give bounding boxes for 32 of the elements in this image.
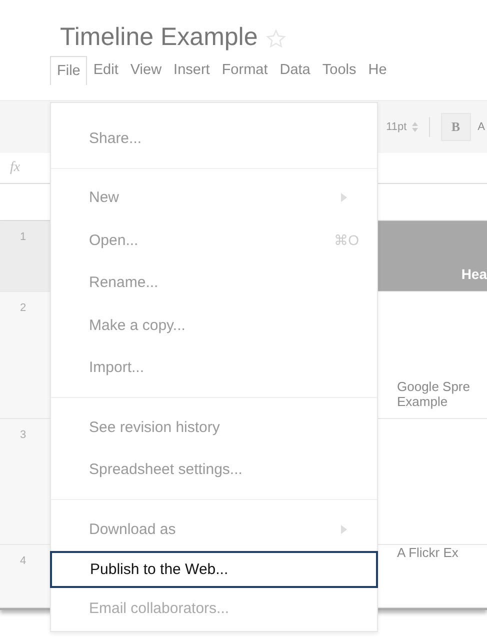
document-title: Timeline Example: [60, 22, 258, 52]
row-number[interactable]: 1: [0, 221, 50, 291]
toolbar-button[interactable]: A: [476, 121, 487, 133]
menu-item[interactable]: Publish to the Web...: [50, 550, 378, 588]
up-down-arrows-icon: [412, 122, 418, 132]
menu-bar-item[interactable]: Edit: [87, 56, 124, 84]
font-size-dropdown[interactable]: 11pt: [386, 121, 407, 133]
table-cell: A Flickr Ex: [397, 545, 458, 561]
menu-item[interactable]: Make a copy...: [51, 304, 377, 346]
table-cell: Hea: [461, 266, 487, 283]
menu-item[interactable]: New: [51, 176, 377, 219]
menu-item[interactable]: Rename...: [51, 262, 377, 304]
menu-item[interactable]: Email collaborators...: [51, 588, 377, 630]
menu-item[interactable]: Download as: [51, 508, 377, 550]
row-number[interactable]: 3: [0, 419, 50, 544]
menu-item[interactable]: See revision history: [51, 406, 377, 448]
menu-item[interactable]: Spreadsheet settings...: [51, 448, 377, 491]
menu-bar-item[interactable]: He: [362, 56, 393, 84]
formula-label: fx: [10, 160, 20, 176]
star-icon[interactable]: [266, 29, 286, 49]
row-number[interactable]: 2: [0, 292, 50, 418]
menu-item[interactable]: Import...: [51, 346, 377, 389]
bold-button[interactable]: B: [440, 113, 471, 141]
menu-bar-item[interactable]: Tools: [316, 56, 362, 84]
menu-bar-item[interactable]: File: [50, 56, 88, 84]
menu-bar-item[interactable]: Format: [216, 56, 274, 84]
menu-bar-item[interactable]: View: [124, 56, 168, 84]
row-number[interactable]: 4: [0, 545, 50, 607]
menu-item[interactable]: Share...: [51, 117, 377, 160]
menu-bar-item[interactable]: Data: [274, 56, 316, 84]
table-cell: Google Spre Example: [397, 378, 470, 410]
menu-bar-item[interactable]: Insert: [168, 56, 216, 84]
